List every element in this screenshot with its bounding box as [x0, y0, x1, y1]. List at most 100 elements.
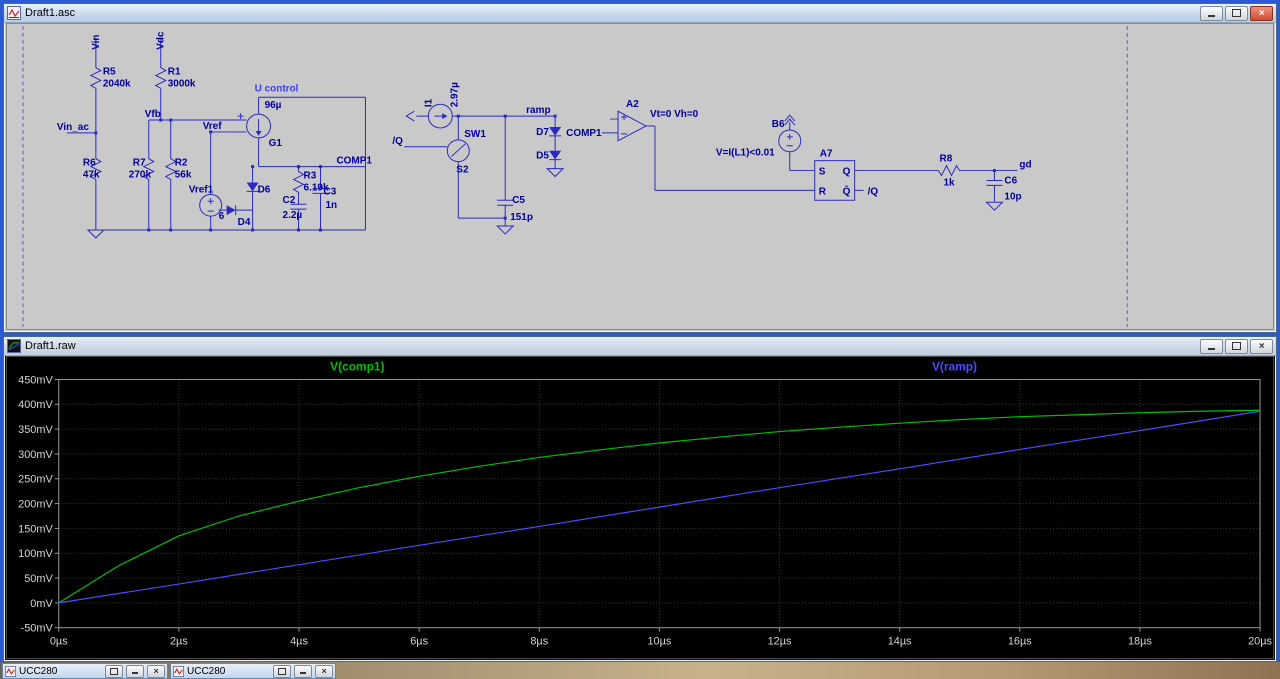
- schematic-label: Vt=0 Vh=0: [650, 109, 699, 120]
- schematic-label: /Q: [392, 136, 403, 147]
- restore-button[interactable]: [1225, 338, 1248, 354]
- schematic-label: gd: [1019, 160, 1031, 171]
- x-axis-tick-label: 16µs: [1008, 635, 1033, 647]
- schematic-label: D6: [258, 184, 271, 195]
- schematic-label: U control: [255, 83, 299, 94]
- minimized-window-title: UCC280: [187, 665, 226, 677]
- schematic-label: 151p: [510, 212, 533, 223]
- legend-entry: V(comp1): [330, 360, 384, 374]
- y-axis-tick-label: 0mV: [30, 598, 53, 610]
- x-axis-tick-label: 4µs: [290, 635, 308, 647]
- schematic-label: 2.97µ: [449, 82, 460, 107]
- waveform-window: Draft1.raw × 450mV 400mV 350mV 300mV 250mV 20…: [3, 336, 1277, 662]
- y-axis-tick-label: 200mV: [18, 499, 53, 511]
- x-axis-tick-label: 12µs: [768, 635, 793, 647]
- schematic-label: 56k: [175, 170, 192, 181]
- schematic-label: 1k: [944, 177, 956, 188]
- schematic-label: R3: [304, 171, 317, 182]
- close-button[interactable]: ×: [1250, 5, 1273, 21]
- comparator: [617, 110, 648, 142]
- schematic-label: R6: [83, 158, 96, 169]
- x-axis-tick-label: 0µs: [50, 635, 68, 647]
- restore-button[interactable]: [1225, 5, 1248, 21]
- ground-symbol: [86, 168, 1004, 239]
- schematic-label: V=I(L1)<0.01: [716, 148, 775, 159]
- schematic-label: R: [819, 186, 826, 197]
- close-button[interactable]: ×: [1250, 338, 1273, 354]
- y-axis-tick-label: 450mV: [18, 374, 53, 386]
- schematic-label: 6: [219, 211, 225, 222]
- y-axis-tick-label: -50mV: [21, 623, 54, 635]
- y-axis-tick-label: 350mV: [18, 424, 53, 436]
- minimize-button[interactable]: [1200, 338, 1223, 354]
- schematic-label: /Q: [868, 186, 879, 197]
- schematic-label: Vref: [203, 121, 223, 132]
- schematic-label: R7: [133, 158, 146, 169]
- minimized-window-2[interactable]: UCC280 ×: [170, 663, 336, 679]
- schematic-label: 270k: [129, 170, 152, 181]
- y-axis-tick-label: 150mV: [18, 523, 53, 535]
- schematic-label: Vin_ac: [57, 122, 89, 133]
- y-axis-tick-label: 300mV: [18, 449, 53, 461]
- x-axis-tick-label: 20µs: [1248, 635, 1273, 647]
- schematic-label: C5: [512, 195, 525, 206]
- waveform-plot[interactable]: 450mV 400mV 350mV 300mV 250mV 200mV 150mV 100mV…: [6, 356, 1274, 659]
- schematic-label: S2: [456, 165, 469, 176]
- ltspice-schematic-icon: [173, 665, 184, 677]
- schematic-label: 3000k: [168, 78, 196, 89]
- waveform-titlebar[interactable]: Draft1.raw ×: [4, 337, 1276, 356]
- waveform-window-controls: ×: [1200, 338, 1273, 354]
- schematic-label: C3: [324, 186, 337, 197]
- minimize-button[interactable]: [1200, 5, 1223, 21]
- schematic-label: ramp: [526, 105, 550, 116]
- close-button[interactable]: ×: [315, 664, 333, 678]
- resistor: [154, 63, 167, 93]
- desktop: Draft1.asc × Vin Vdc R5 2040k R1 3000k V…: [0, 0, 1280, 679]
- x-axis-tick-label: 6µs: [410, 635, 428, 647]
- schematic-labels: Vin Vdc R52040k R13000k Vin_ac Vfb Vref U contr…: [57, 31, 1032, 228]
- waveform-window-title: Draft1.raw: [25, 340, 76, 352]
- ltspice-schematic-icon: [5, 665, 16, 677]
- schematic-label: 10p: [1004, 191, 1021, 202]
- schematic-label: G1: [269, 138, 283, 149]
- schematic-label: Vdc: [156, 31, 167, 50]
- schematic-label: Q: [843, 167, 851, 178]
- schematic-label: 2040k: [103, 78, 131, 89]
- y-axis-tick-label: 400mV: [18, 399, 53, 411]
- minimized-window-1[interactable]: UCC280 ×: [2, 663, 168, 679]
- close-button[interactable]: ×: [147, 664, 165, 678]
- schematic-label: 2.2µ: [283, 210, 303, 221]
- resistor: [89, 63, 102, 93]
- schematic-label: Vfb: [145, 109, 161, 120]
- schematic-window: Draft1.asc × Vin Vdc R5 2040k R1 3000k V…: [3, 3, 1277, 333]
- schematic-label: Vin: [91, 35, 102, 50]
- schematic-label: D4: [238, 217, 251, 228]
- schematic-label: COMP1: [336, 156, 372, 167]
- x-axis-tick-label: 10µs: [647, 635, 672, 647]
- minimize-button[interactable]: [126, 664, 144, 678]
- schematic-label: Q̄: [843, 186, 851, 197]
- schematic-label: R2: [175, 158, 188, 169]
- schematic-label: R1: [168, 67, 181, 78]
- legend-entry: V(ramp): [932, 360, 977, 374]
- x-axis-tick-label: 2µs: [170, 635, 188, 647]
- resistor: [292, 167, 305, 197]
- schematic-label: D5: [536, 151, 549, 162]
- schematic-label: C2: [283, 195, 296, 206]
- schematic-label: A7: [820, 149, 833, 160]
- minimize-button[interactable]: [294, 664, 312, 678]
- arrow-terminator: [405, 110, 796, 126]
- x-axis-tick-label: 8µs: [530, 635, 548, 647]
- schematic-label: 96µ: [265, 100, 282, 111]
- schematic-label: SW1: [464, 129, 486, 140]
- schematic-label: 1n: [325, 200, 337, 211]
- schematic-label: D7: [536, 127, 549, 138]
- schematic-canvas[interactable]: Vin Vdc R5 2040k R1 3000k Vin_ac Vfb Vref U contr…: [6, 23, 1274, 330]
- schematic-label: R8: [940, 154, 953, 165]
- schematic-titlebar[interactable]: Draft1.asc ×: [4, 4, 1276, 23]
- restore-button[interactable]: [105, 664, 123, 678]
- schematic-label: Vref1: [189, 184, 214, 195]
- restore-button[interactable]: [273, 664, 291, 678]
- schematic-label: S: [819, 167, 826, 178]
- resistor: [934, 164, 963, 177]
